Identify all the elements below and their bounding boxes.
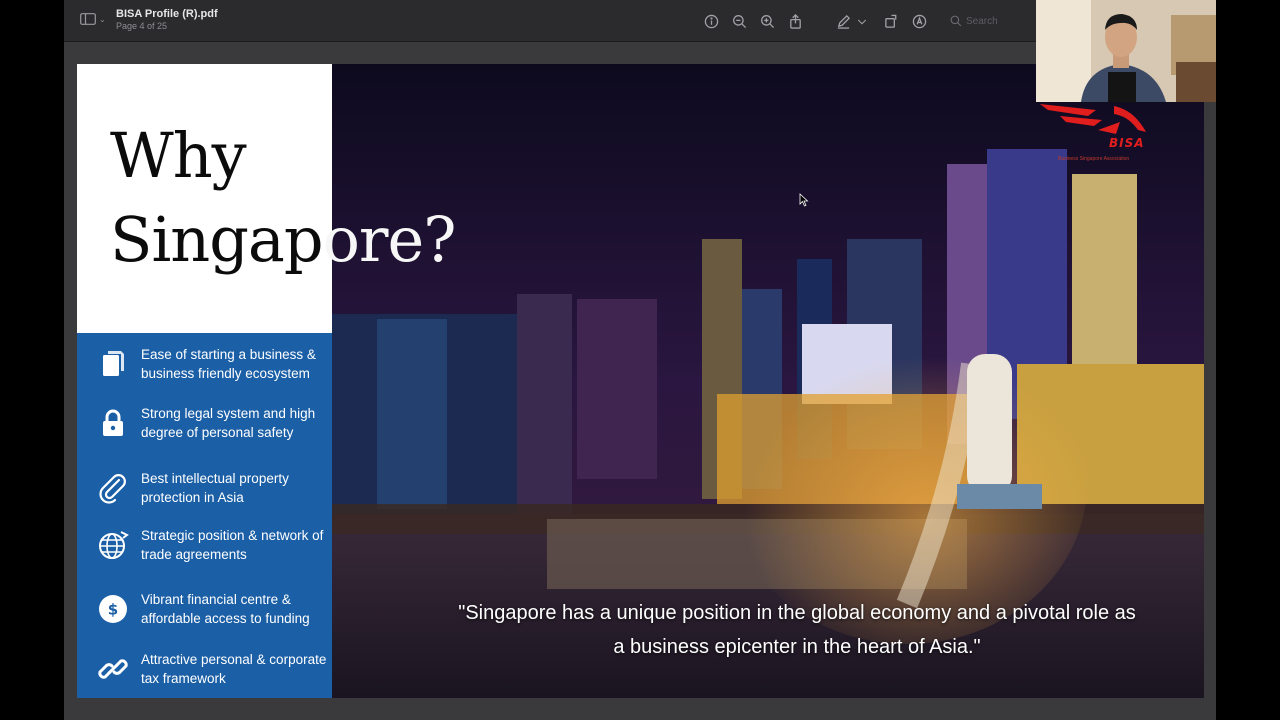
pdf-page-slide: Why Singapore? Ease of starting a busine… <box>77 64 1204 698</box>
webcam-presenter-video <box>1036 0 1216 102</box>
annotate-icon <box>912 14 926 28</box>
benefit-text: Best intellectual property protection in… <box>141 471 289 505</box>
benefit-item: Ease of starting a business & business f… <box>95 345 331 383</box>
presenter-image <box>1036 0 1216 102</box>
rotate-icon <box>884 14 896 28</box>
sidebar-icon <box>80 13 96 26</box>
zoom-in-icon <box>760 14 774 28</box>
benefit-item: Best intellectual property protection in… <box>95 469 331 507</box>
zoom-out-button[interactable] <box>728 10 750 32</box>
benefit-item: Strong legal system and high degree of p… <box>95 404 331 442</box>
bisa-logo: BISA Business Singapore Association <box>1036 100 1156 166</box>
heading-line-1: Why <box>110 119 247 192</box>
info-icon <box>704 14 718 28</box>
benefit-text: Attractive personal & corporate tax fram… <box>141 652 327 686</box>
file-name: BISA Profile (R).pdf <box>116 8 218 20</box>
globe-icon <box>95 527 131 563</box>
lock-icon <box>95 405 131 441</box>
share-icon <box>789 13 801 29</box>
info-button[interactable] <box>700 10 722 32</box>
document-icon <box>95 346 131 382</box>
slide-quote: "Singapore has a unique position in the … <box>458 602 1136 658</box>
benefit-item: Strategic position & network of trade ag… <box>95 526 331 564</box>
benefit-item: $ Vibrant financial centre & affordable … <box>95 590 331 628</box>
link-icon <box>95 651 131 687</box>
mouse-cursor-icon <box>799 193 809 207</box>
search-input[interactable] <box>966 15 1026 27</box>
logo-text: BISA <box>1109 136 1145 150</box>
paperclip-icon <box>95 470 131 506</box>
markup-icon <box>837 14 850 29</box>
benefits-panel <box>77 333 332 698</box>
chevron-down-icon <box>857 19 867 24</box>
document-title: BISA Profile (R).pdf Page 4 of 25 <box>116 8 218 31</box>
markup-button[interactable] <box>832 10 854 32</box>
heading-line-2-light: ore? <box>322 203 457 276</box>
page-indicator: Page 4 of 25 <box>116 20 168 31</box>
logo-subtext: Business Singapore Association <box>1058 156 1130 162</box>
search-field[interactable] <box>950 11 1040 31</box>
zoom-in-button[interactable] <box>756 10 778 32</box>
benefit-text: Ease of starting a business & business f… <box>141 347 316 381</box>
zoom-out-icon <box>732 14 746 28</box>
bisa-wings-icon <box>1040 104 1146 134</box>
right-letterbox <box>1216 0 1280 720</box>
slide-heading: Why Singapore? <box>110 114 457 282</box>
annotate-button[interactable] <box>908 10 930 32</box>
markup-menu-button[interactable] <box>856 10 868 32</box>
chevron-down-icon: ⌄ <box>99 14 106 24</box>
benefit-text: Strategic position & network of trade ag… <box>141 528 324 562</box>
heading-line-2: Singapore? <box>110 198 457 282</box>
benefit-item: Attractive personal & corporate tax fram… <box>95 650 331 688</box>
search-icon <box>950 15 962 27</box>
svg-text:$: $ <box>108 601 118 619</box>
heading-line-2-dark: Singap <box>110 203 324 276</box>
dollar-icon: $ <box>95 591 131 627</box>
left-letterbox <box>0 0 64 720</box>
sidebar-toggle-button[interactable]: ⌄ <box>80 8 106 30</box>
rotate-button[interactable] <box>880 10 902 32</box>
benefit-text: Vibrant financial centre & affordable ac… <box>141 592 310 626</box>
benefit-text: Strong legal system and high degree of p… <box>141 406 316 440</box>
share-button[interactable] <box>784 10 806 32</box>
